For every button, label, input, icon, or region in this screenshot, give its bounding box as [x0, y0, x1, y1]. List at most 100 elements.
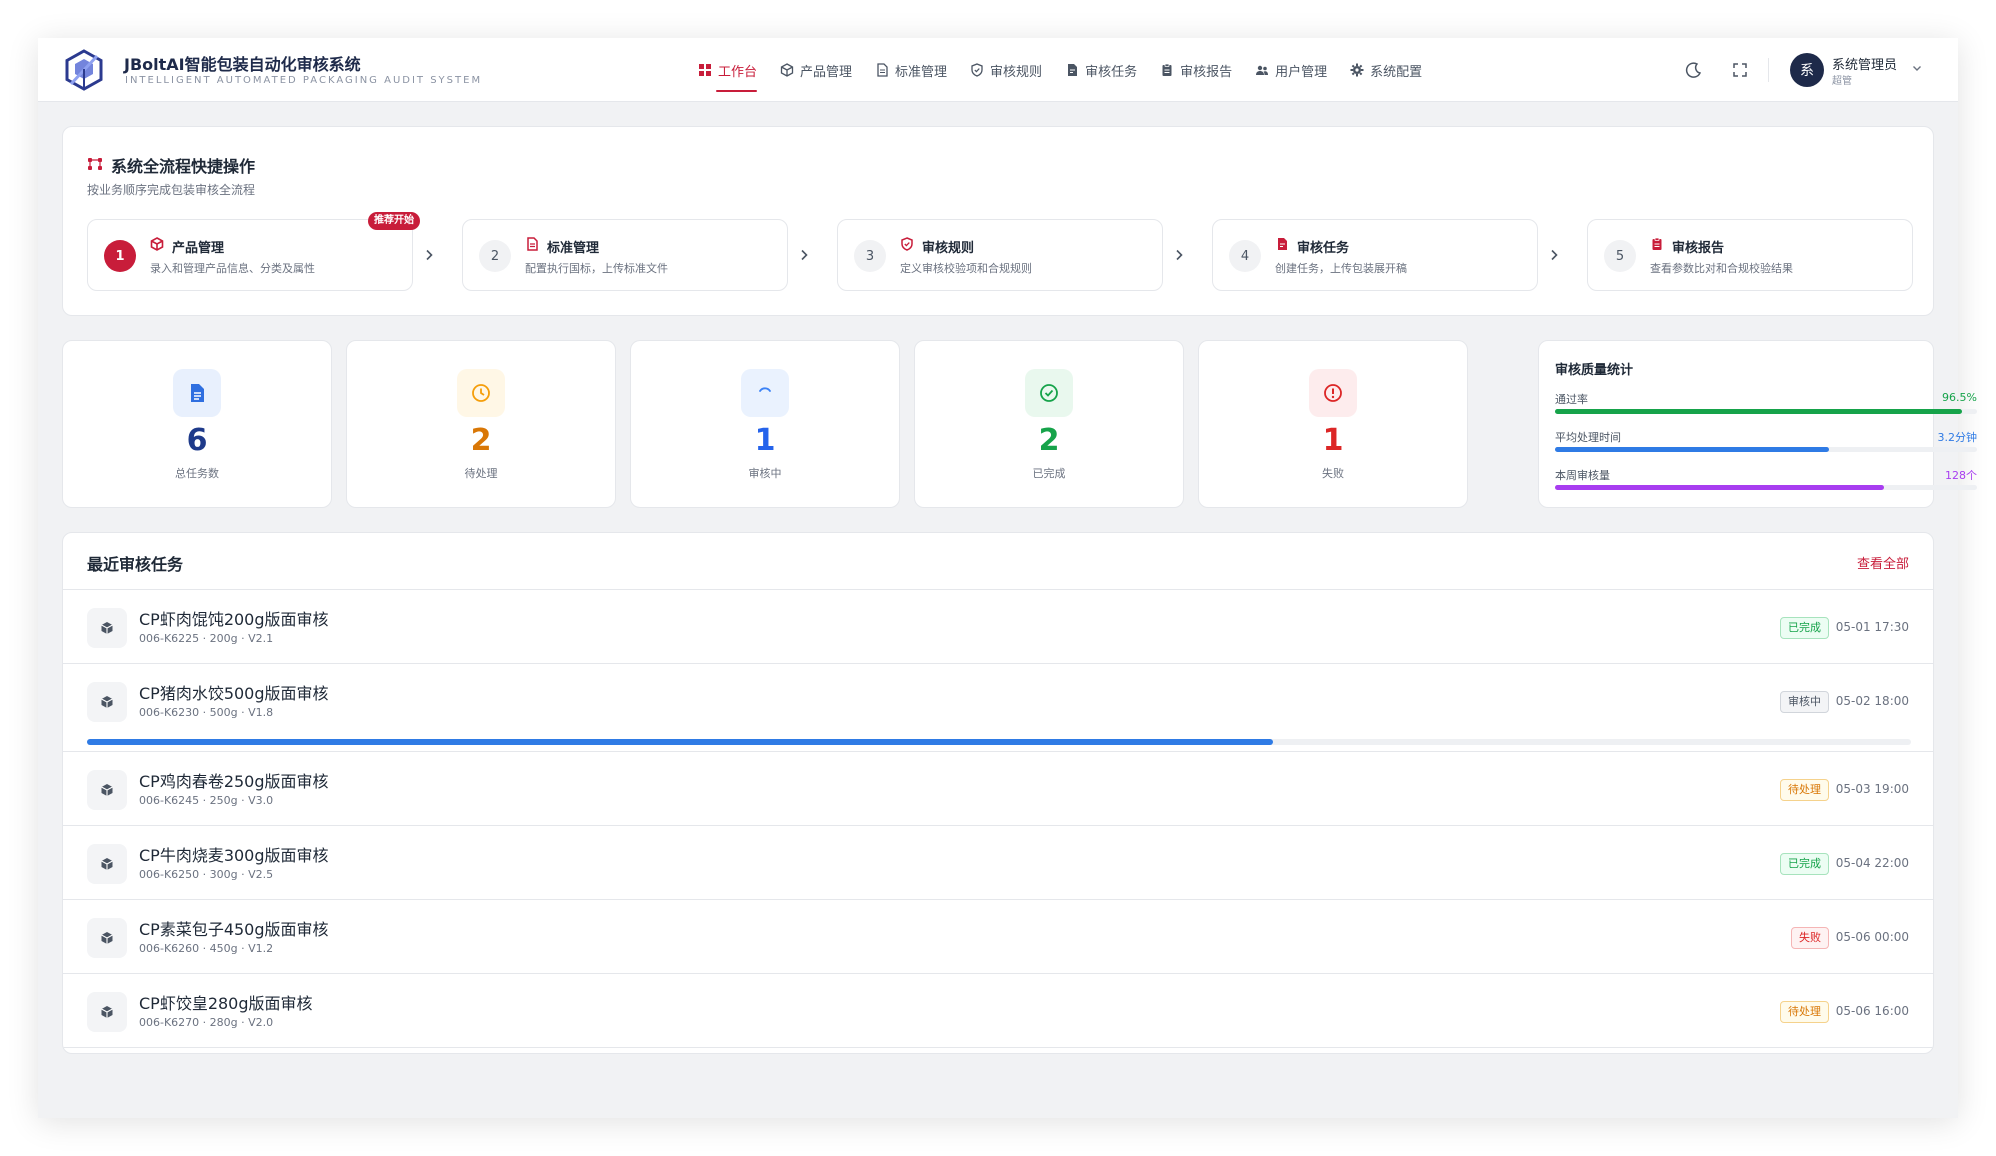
task-time: 05-06 16:00	[1835, 1004, 1909, 1018]
quality-value: 96.5%	[1942, 391, 1977, 404]
table-row[interactable]: CP牛肉烧麦300g版面审核 006-K6250 · 300g · V2.5 已完成…	[63, 826, 1933, 900]
stat-label: 失败	[1322, 467, 1344, 480]
step-tasks[interactable]: 4 审核任务 创建任务，上传包装展开稿	[1212, 219, 1538, 291]
stat-card-pending: 2 待处理	[346, 340, 616, 508]
step-standard[interactable]: 2 标准管理 配置执行国标，上传标准文件	[462, 219, 788, 291]
step-title: 审核任务	[1297, 241, 1350, 256]
nav-item-tasks[interactable]: 审核任务	[1065, 38, 1137, 102]
flow-subtitle: 按业务顺序完成包装审核全流程	[87, 183, 256, 197]
nav-label: 审核报告	[1180, 64, 1233, 80]
table-row[interactable]: CP鸡肉春卷250g版面审核 006-K6245 · 250g · V3.0 待处理…	[63, 752, 1933, 826]
stat-icon-box	[741, 369, 789, 417]
task-time: 05-03 19:00	[1835, 782, 1909, 796]
chevron-right-icon	[801, 249, 808, 261]
quality-label: 通过率	[1555, 393, 1588, 406]
chevron-right-icon	[426, 249, 433, 261]
step-desc: 定义审核校验项和合规规则	[900, 262, 1032, 275]
task-time: 05-01 17:30	[1835, 620, 1909, 634]
stat-card-total: 6 总任务数	[62, 340, 332, 508]
nav-item-users[interactable]: 用户管理	[1255, 38, 1327, 102]
nav-label: 工作台	[718, 64, 758, 80]
task-name: CP猪肉水饺500g版面审核	[139, 684, 329, 703]
step-desc: 创建任务，上传包装展开稿	[1275, 262, 1407, 275]
cube-icon	[150, 237, 164, 251]
nav-item-dashboard[interactable]: 工作台	[698, 38, 758, 102]
task-meta: 006-K6270 · 280g · V2.0	[139, 1016, 274, 1029]
nav-item-products[interactable]: 产品管理	[780, 38, 852, 102]
dashboard-icon	[698, 63, 712, 77]
clipboard-icon	[1160, 63, 1174, 77]
task-meta: 006-K6245 · 250g · V3.0	[139, 794, 274, 807]
chevron-right-icon	[1176, 249, 1183, 261]
step-desc: 配置执行国标，上传标准文件	[525, 262, 668, 275]
quality-bar-track	[1555, 447, 1977, 452]
quality-bar-fill	[1555, 485, 1885, 490]
task-progress-track	[87, 739, 1911, 745]
nav-label: 审核任务	[1085, 64, 1138, 80]
file-icon	[191, 384, 204, 402]
shield-icon	[970, 63, 984, 77]
table-row[interactable]: CP虾饺皇280g版面审核 006-K6270 · 280g · V2.0 待处理 0…	[63, 974, 1933, 1048]
nav-item-reports[interactable]: 审核报告	[1160, 38, 1232, 102]
nav-item-standards[interactable]: 标准管理	[875, 38, 947, 102]
stat-icon-box	[173, 369, 221, 417]
stat-value: 2	[470, 423, 492, 458]
package-icon	[87, 608, 127, 648]
avatar[interactable]: 系	[1790, 53, 1824, 87]
task-meta: 006-K6260 · 450g · V1.2	[139, 942, 274, 955]
step-reports[interactable]: 5 审核报告 查看参数比对和合规校验结果	[1587, 219, 1913, 291]
stat-card-reviewing: 1 审核中	[630, 340, 900, 508]
brand-title: JBoltAI智能包装自动化审核系统	[124, 55, 361, 74]
quality-bar-fill	[1555, 447, 1830, 452]
stat-label: 总任务数	[175, 467, 219, 480]
step-number: 1	[104, 240, 136, 272]
nav-label: 用户管理	[1275, 64, 1328, 80]
nav-label: 标准管理	[895, 64, 948, 80]
step-rules[interactable]: 3 审核规则 定义审核校验项和合规规则	[837, 219, 1163, 291]
view-all-link[interactable]: 查看全部	[1857, 553, 1909, 572]
status-badge: 待处理	[1780, 779, 1829, 801]
shield-icon	[901, 237, 913, 251]
moon-icon[interactable]	[1684, 60, 1704, 80]
recent-tasks-card: 最近审核任务 查看全部 CP虾肉馄饨200g版面审核 006-K6225 · 20…	[62, 532, 1934, 1054]
brand-subtitle: INTELLIGENT AUTOMATED PACKAGING AUDIT SY…	[125, 75, 483, 86]
nav-item-rules[interactable]: 审核规则	[970, 38, 1042, 102]
spinner-icon	[759, 387, 771, 392]
fullscreen-icon[interactable]	[1730, 60, 1750, 80]
header-divider	[1768, 58, 1769, 82]
status-badge: 已完成	[1780, 853, 1829, 875]
table-row[interactable]: CP猪肉水饺500g版面审核 006-K6230 · 500g · V1.8 审核中…	[63, 664, 1933, 752]
step-title: 审核规则	[922, 241, 975, 256]
stat-card-done: 2 已完成	[914, 340, 1184, 508]
stat-label: 待处理	[464, 467, 498, 480]
stat-icon-box	[457, 369, 505, 417]
quality-bar-track	[1555, 485, 1977, 490]
status-badge: 失败	[1791, 927, 1829, 949]
stat-icon-box	[1025, 369, 1073, 417]
task-name: CP鸡肉春卷250g版面审核	[139, 772, 329, 791]
table-row[interactable]: CP虾肉馄饨200g版面审核 006-K6225 · 200g · V2.1 已完成…	[63, 590, 1933, 664]
quality-title: 审核质量统计	[1555, 363, 1634, 378]
table-row[interactable]: CP素菜包子450g版面审核 006-K6260 · 450g · V1.2 失败 0…	[63, 900, 1933, 974]
task-progress-fill	[87, 739, 1273, 745]
recommend-badge: 推荐开始	[368, 212, 420, 230]
package-icon	[87, 992, 127, 1032]
quality-bar-track	[1555, 409, 1977, 414]
gear-icon	[1350, 63, 1364, 77]
nav-label: 产品管理	[800, 64, 853, 80]
package-icon	[87, 918, 127, 958]
chevron-down-icon[interactable]	[1910, 61, 1924, 75]
task-meta: 006-K6225 · 200g · V2.1	[139, 632, 274, 645]
user-role: 超管	[1832, 76, 1852, 87]
step-number: 3	[854, 240, 886, 272]
top-header: JBoltAI智能包装自动化审核系统 INTELLIGENT AUTOMATED…	[38, 38, 1958, 102]
nav-item-settings[interactable]: 系统配置	[1350, 38, 1422, 102]
quality-label: 平均处理时间	[1555, 431, 1621, 444]
step-number: 4	[1229, 240, 1261, 272]
chevron-right-icon	[1551, 249, 1558, 261]
step-product[interactable]: 1 产品管理 录入和管理产品信息、分类及属性 推荐开始	[87, 212, 420, 291]
status-badge: 待处理	[1780, 1001, 1829, 1023]
step-title: 标准管理	[547, 241, 600, 256]
cube-icon	[780, 63, 794, 77]
user-name[interactable]: 系统管理员	[1832, 54, 1897, 73]
